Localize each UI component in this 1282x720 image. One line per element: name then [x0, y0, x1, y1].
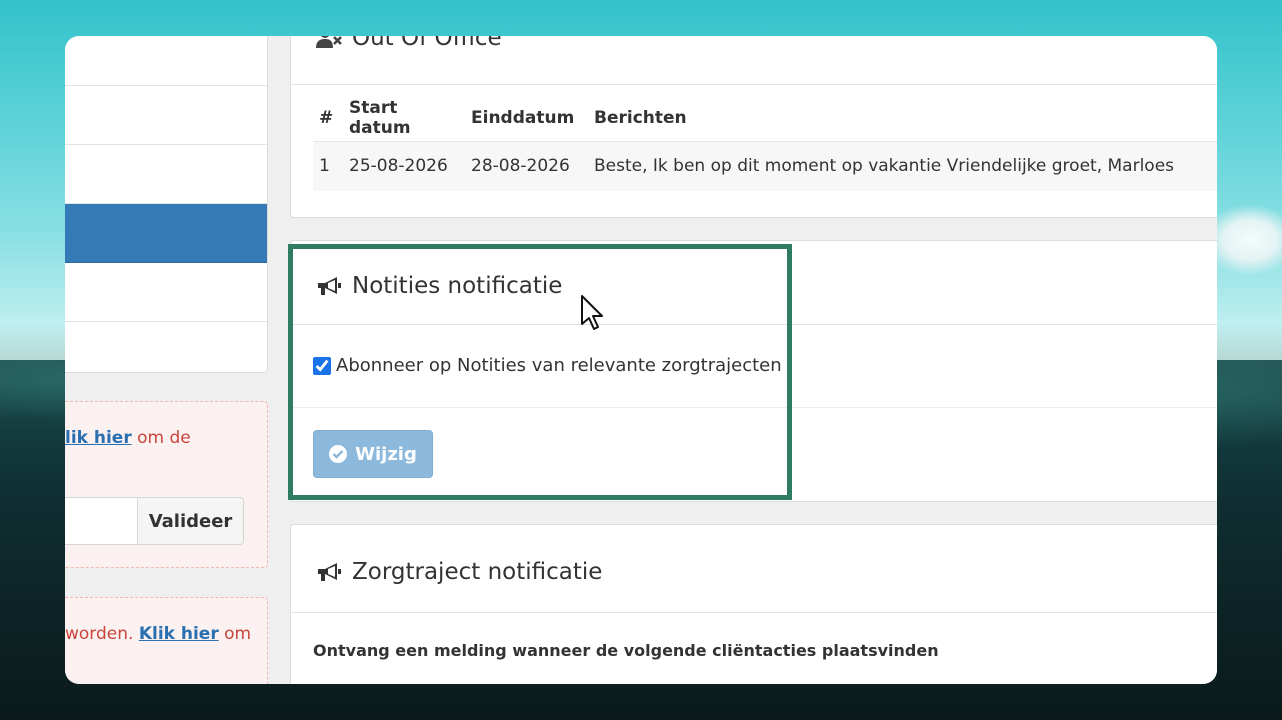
user-times-icon [316, 36, 342, 48]
alert-text-after: om [218, 624, 252, 644]
save-changes-label: Wijzig [355, 443, 417, 465]
subscribe-notes-checkbox[interactable] [313, 356, 331, 375]
bullhorn-icon [318, 563, 341, 581]
save-changes-button[interactable]: Wijzig [313, 430, 433, 478]
panel-title: Zorgtraject notificatie [316, 559, 602, 585]
table-cell: 25-08-2026 [343, 140, 465, 191]
sidebar-item[interactable] [65, 322, 267, 381]
table-header-row: # Start datum Einddatum Berichten [313, 95, 1217, 141]
table-row: 1 25-08-2026 28-08-2026 Beste, Ik ben op… [313, 140, 1217, 191]
out-of-office-panel: Out Of Office # Start datum Einddatum Be… [290, 36, 1217, 218]
table-cell: Beste, Ik ben op dit moment op vakantie … [588, 140, 1217, 191]
out-of-office-title: Out Of Office [352, 36, 502, 51]
panel-heading: Zorgtraject notificatie [291, 525, 1217, 613]
check-circle-icon [329, 445, 348, 463]
mouse-cursor-icon [581, 295, 603, 330]
sidebar-item[interactable] [65, 36, 267, 86]
sidebar-item[interactable] [65, 86, 267, 145]
alert-text-after: om de [131, 428, 191, 448]
panel-title: Out Of Office [316, 36, 502, 51]
validate-button[interactable]: Valideer [138, 497, 244, 545]
sidebar-item[interactable] [65, 263, 267, 322]
care-notification-description: Ontvang een melding wanneer de volgende … [313, 641, 939, 660]
column-header: Start datum [349, 97, 411, 138]
divider [291, 407, 1217, 408]
sidebar-item[interactable] [65, 145, 267, 204]
panel-heading: Notities notificatie [291, 241, 1217, 325]
column-header: Einddatum [471, 107, 575, 128]
panel-heading: Out Of Office [291, 36, 1217, 85]
alert-message: lik hier om de [65, 428, 191, 448]
care-notification-panel: Zorgtraject notificatie Ontvang een meld… [290, 524, 1217, 684]
alert-text-before: worden. [65, 624, 139, 644]
out-of-office-table: # Start datum Einddatum Berichten 1 25-0… [313, 95, 1217, 191]
validation-code-input[interactable] [65, 497, 138, 545]
alert-message: worden. Klik hier om [65, 624, 251, 644]
care-notification-title: Zorgtraject notificatie [352, 559, 603, 585]
column-header: # [319, 107, 334, 128]
sidebar-menu [65, 36, 268, 373]
notes-notification-panel: Notities notificatie Abonneer op Notitie… [290, 240, 1217, 502]
validation-input-group: Valideer [65, 497, 244, 545]
app-window: lik hier om de Valideer worden. Klik hie… [65, 36, 1217, 684]
validation-alert: lik hier om de Valideer [65, 401, 268, 568]
alert-link[interactable]: lik hier [65, 428, 132, 448]
sidebar-item-active[interactable] [65, 204, 267, 263]
bullhorn-icon [318, 277, 341, 295]
column-header: Berichten [594, 107, 687, 128]
table-cell: 28-08-2026 [465, 140, 588, 191]
alert-link[interactable]: Klik hier [139, 624, 219, 644]
table-cell: 1 [313, 140, 343, 191]
panel-title: Notities notificatie [316, 273, 562, 299]
info-alert: worden. Klik hier om [65, 597, 268, 684]
subscribe-notes-label: Abonneer op Notities van relevante zorgt… [336, 355, 782, 376]
notes-notification-title: Notities notificatie [352, 273, 563, 299]
subscribe-notes-option[interactable]: Abonneer op Notities van relevante zorgt… [313, 355, 782, 376]
